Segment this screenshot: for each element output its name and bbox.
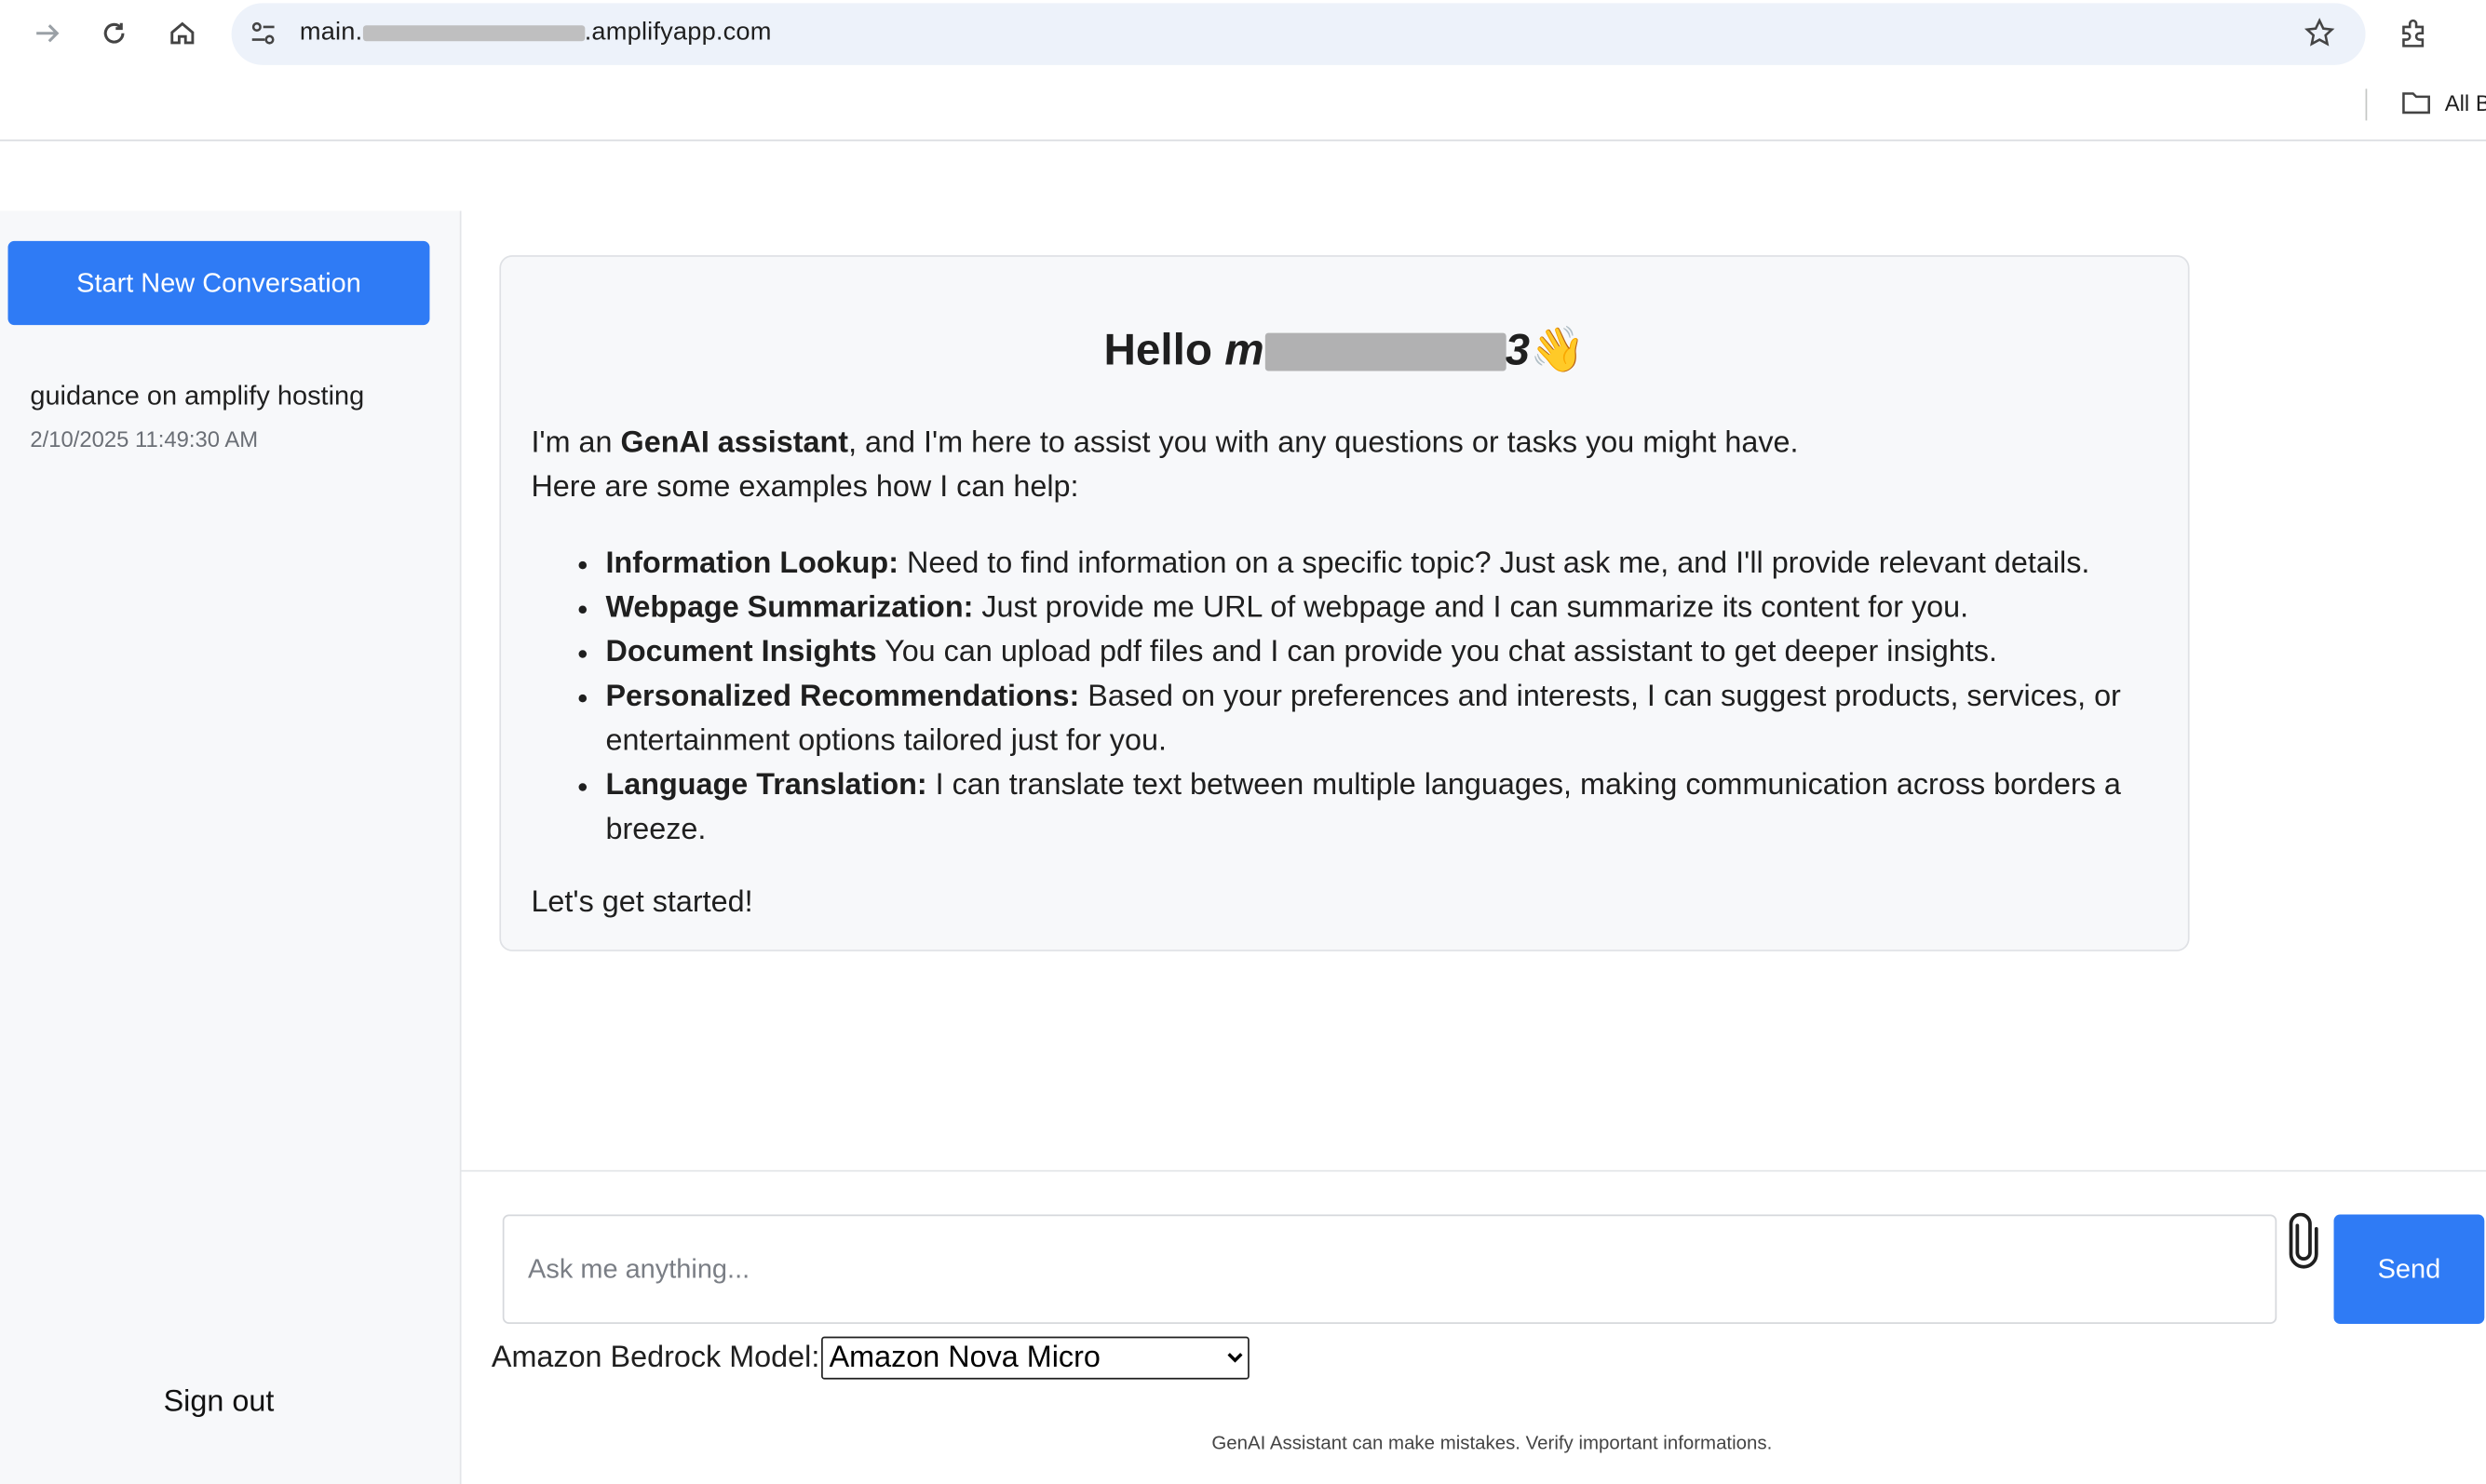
home-icon[interactable] [163,14,201,52]
list-item: Personalized Recommendations: Based on y… [605,675,2159,763]
browser-toolbar: main. .amplifyapp.com [0,0,2486,70]
all-bookmarks-button[interactable]: All B [2400,88,2486,117]
example-title: Information Lookup: [605,546,898,581]
sidebar: Start New Conversation guidance on ampli… [0,210,462,1484]
folder-icon [2402,92,2430,115]
bookmark-star-icon[interactable] [2304,18,2335,58]
url-redacted [362,24,585,41]
main-panel: Hello m 3 👋 I'm an GenAI assistant, and I'… [461,210,2486,1484]
example-text: Need to find information on a specific t… [898,546,2090,581]
username: m3 [1224,325,1530,375]
list-item: Document Insights You can upload pdf fil… [605,631,2159,676]
username-redacted [1265,332,1507,371]
url-prefix: main. [299,19,363,47]
wave-emoji: 👋 [1530,325,1586,374]
welcome-card: Hello m 3 👋 I'm an GenAI assistant, and I'… [499,255,2190,951]
example-text: Just provide me URL of webpage and I can… [973,591,1969,625]
bookmarks-divider [2365,88,2368,121]
forward-icon[interactable] [29,14,67,52]
list-item: Webpage Summarization: Just provide me U… [605,587,2159,631]
intro-post: , and I'm here to assist you with any qu… [848,426,1799,460]
all-bookmarks-label: All B [2444,90,2486,116]
intro-bold: GenAI assistant [620,426,849,460]
model-label: Amazon Bedrock Model: [491,1340,820,1374]
attachment-icon[interactable] [2281,1212,2326,1270]
chat-input[interactable] [502,1214,2277,1325]
model-selector-row: Amazon Bedrock Model: Amazon Nova Micro [491,1336,1250,1380]
sign-out-button[interactable]: Sign out [0,1385,438,1420]
model-select[interactable]: Amazon Nova Micro [821,1336,1250,1380]
url-text: main. .amplifyapp.com [300,19,772,47]
url-suffix: .amplifyapp.com [584,19,772,47]
example-title: Webpage Summarization: [605,591,974,625]
app-root: main. .amplifyapp.com All B Start New Con… [0,0,2486,1484]
reload-icon[interactable] [95,14,133,52]
list-item: Information Lookup: Need to find informa… [605,542,2159,587]
closing-text: Let's get started! [531,885,753,920]
example-title: Language Translation: [605,768,927,803]
intro-pre: I'm an [531,426,621,460]
username-start: m [1224,325,1264,374]
extensions-icon[interactable] [2396,14,2434,52]
send-button[interactable]: Send [2333,1214,2485,1325]
bookmarks-bar: All B [0,69,2486,142]
conversation-list-item[interactable]: guidance on amplify hosting 2/10/2025 11… [30,381,442,452]
composer-divider [461,1169,2486,1172]
disclaimer-text: GenAI Assistant can make mistakes. Verif… [1211,1431,1773,1454]
greeting-prefix: Hello [1103,325,1213,374]
conversation-title: guidance on amplify hosting [30,380,365,411]
username-end: 3 [1505,325,1531,374]
greeting-heading: Hello m 3 👋 [501,323,2188,375]
address-bar[interactable]: main. .amplifyapp.com [231,3,2366,65]
example-title: Personalized Recommendations: [605,680,1080,714]
intro-text: I'm an GenAI assistant, and I'm here to … [531,422,2148,510]
start-new-conversation-button[interactable]: Start New Conversation [7,240,430,326]
examples-list: Information Lookup: Need to find informa… [605,542,2159,853]
intro-line-2: Here are some examples how I can help: [531,470,1079,505]
list-item: Language Translation: I can translate te… [605,764,2159,853]
example-text: You can upload pdf files and I can provi… [876,635,1997,669]
example-title: Document Insights [605,635,877,669]
site-settings-icon[interactable] [248,18,279,58]
conversation-timestamp: 2/10/2025 11:49:30 AM [30,426,259,452]
